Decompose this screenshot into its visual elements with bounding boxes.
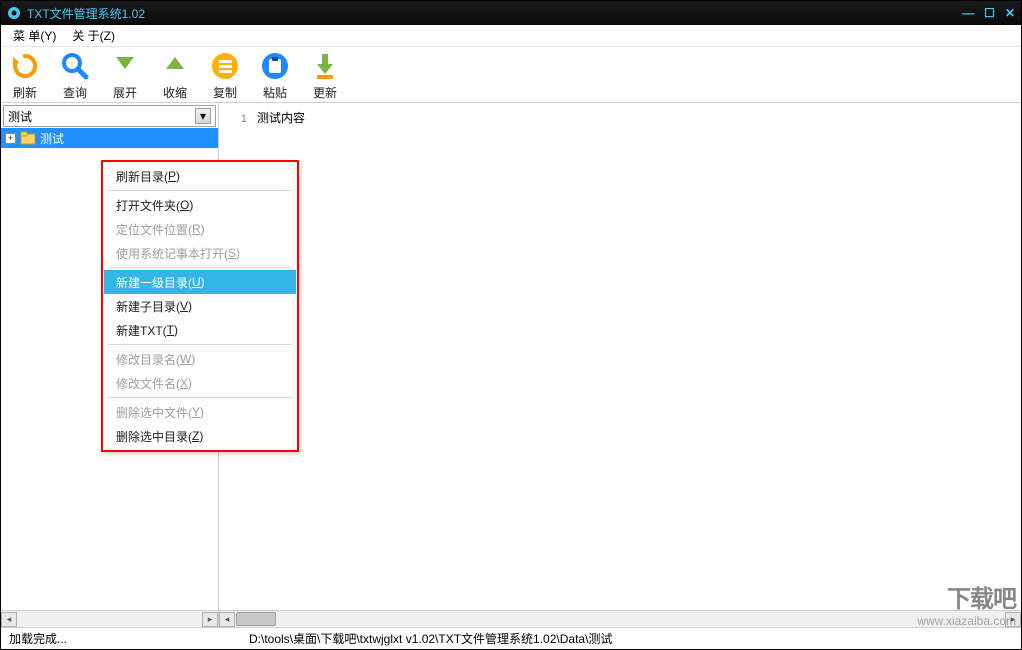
app-window: TXT文件管理系统1.02 — ☐ ✕ 菜 单(Y) 关 于(Z) 刷新 查询 <box>0 0 1022 650</box>
statusbar: 加载完成... D:\tools\桌面\下载吧\txtwjglxt v1.02\… <box>1 627 1021 649</box>
download-icon <box>309 50 341 82</box>
titlebar: TXT文件管理系统1.02 — ☐ ✕ <box>1 1 1021 25</box>
scroll-right-icon[interactable]: ▸ <box>202 612 218 627</box>
scroll-thumb[interactable] <box>236 612 276 626</box>
tree-item-root[interactable]: + 测试 <box>1 128 218 148</box>
cm-open-folder[interactable]: 打开文件夹(O) <box>104 193 296 217</box>
cm-separator <box>108 267 292 268</box>
scroll-left-icon[interactable]: ◂ <box>219 612 235 627</box>
cm-delete-file[interactable]: 删除选中文件(Y) <box>104 400 296 424</box>
combo-value: 测试 <box>8 108 32 125</box>
context-menu: 刷新目录(P) 打开文件夹(O) 定位文件位置(R) 使用系统记事本打开(S) … <box>101 160 299 452</box>
cm-new-top-dir[interactable]: 新建一级目录(U) <box>104 270 296 294</box>
text-editor[interactable]: 1 测试内容 <box>219 103 1021 610</box>
paste-button[interactable]: 粘贴 <box>259 50 291 101</box>
collapse-icon <box>159 50 191 82</box>
app-icon <box>7 6 21 20</box>
cm-rename-file[interactable]: 修改文件名(X) <box>104 371 296 395</box>
close-button[interactable]: ✕ <box>1005 6 1015 20</box>
maximize-button[interactable]: ☐ <box>984 6 995 20</box>
collapse-button[interactable]: 收缩 <box>159 50 191 101</box>
tree-scrollbar[interactable]: ◂ ▸ <box>1 610 218 627</box>
copy-button[interactable]: 复制 <box>209 50 241 101</box>
cm-separator <box>108 397 292 398</box>
cm-delete-dir[interactable]: 删除选中目录(Z) <box>104 424 296 448</box>
menu-main[interactable]: 菜 单(Y) <box>9 25 60 46</box>
query-button[interactable]: 查询 <box>59 50 91 101</box>
cm-locate-file[interactable]: 定位文件位置(R) <box>104 217 296 241</box>
cm-new-txt[interactable]: 新建TXT(T) <box>104 318 296 342</box>
scroll-left-icon[interactable]: ◂ <box>1 612 17 627</box>
window-title: TXT文件管理系统1.02 <box>27 5 145 22</box>
editor-line: 1 测试内容 <box>227 109 1013 126</box>
tree-item-label: 测试 <box>40 130 64 147</box>
cm-rename-dir[interactable]: 修改目录名(W) <box>104 347 296 371</box>
minimize-button[interactable]: — <box>962 6 974 20</box>
chevron-down-icon[interactable]: ▾ <box>195 108 211 124</box>
right-pane: 1 测试内容 ◂ ▸ <box>219 103 1021 627</box>
menubar: 菜 单(Y) 关 于(Z) <box>1 25 1021 47</box>
directory-select[interactable]: 测试 ▾ <box>3 105 216 127</box>
cm-refresh-dir[interactable]: 刷新目录(P) <box>104 164 296 188</box>
status-message: 加载完成... <box>9 630 249 647</box>
copy-icon <box>209 50 241 82</box>
refresh-icon <box>9 50 41 82</box>
tree-expand-icon[interactable]: + <box>5 133 16 144</box>
menu-about[interactable]: 关 于(Z) <box>68 25 119 46</box>
status-path: D:\tools\桌面\下载吧\txtwjglxt v1.02\TXT文件管理系… <box>249 630 1013 647</box>
line-text: 测试内容 <box>257 109 305 126</box>
update-button[interactable]: 更新 <box>309 50 341 101</box>
paste-icon <box>259 50 291 82</box>
cm-separator <box>108 190 292 191</box>
toolbar: 刷新 查询 展开 收缩 复制 <box>1 47 1021 103</box>
line-number: 1 <box>227 113 247 125</box>
folder-icon <box>20 130 36 146</box>
refresh-button[interactable]: 刷新 <box>9 50 41 101</box>
cm-separator <box>108 344 292 345</box>
cm-new-sub-dir[interactable]: 新建子目录(V) <box>104 294 296 318</box>
search-icon <box>59 50 91 82</box>
expand-button[interactable]: 展开 <box>109 50 141 101</box>
scroll-right-icon[interactable]: ▸ <box>1005 612 1021 627</box>
cm-open-notepad[interactable]: 使用系统记事本打开(S) <box>104 241 296 265</box>
editor-scrollbar[interactable]: ◂ ▸ <box>219 610 1021 627</box>
expand-icon <box>109 50 141 82</box>
